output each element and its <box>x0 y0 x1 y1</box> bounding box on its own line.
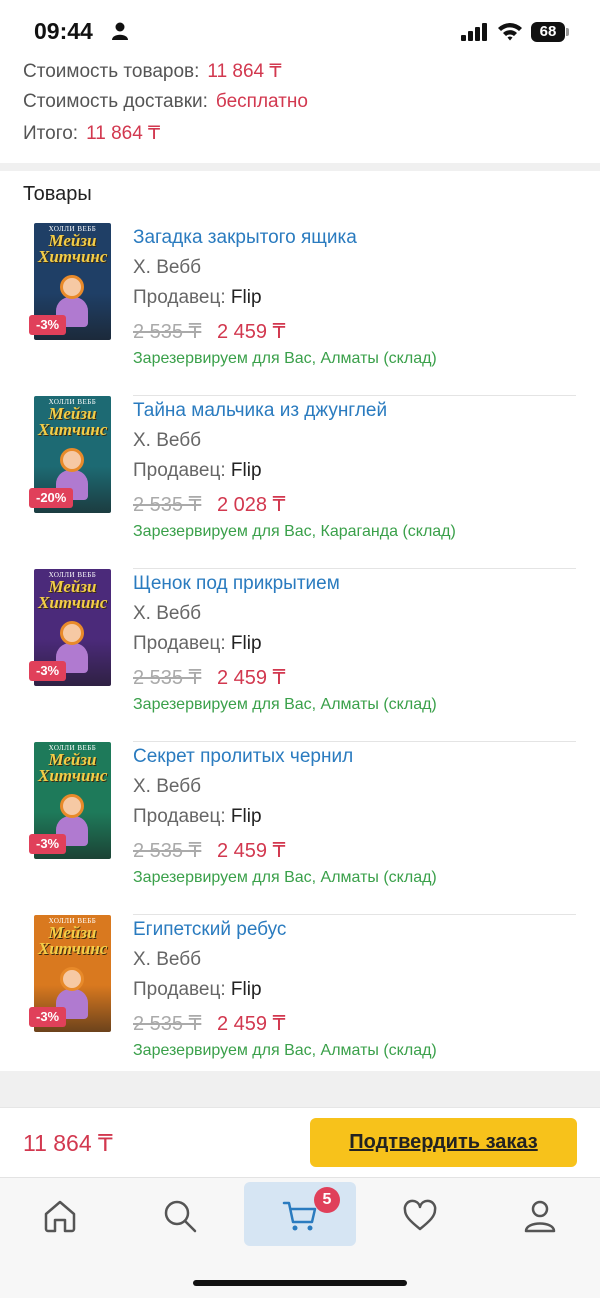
order-bar: 11 864 ₸ Подтвердить заказ <box>0 1107 600 1177</box>
signal-icon <box>461 23 487 41</box>
item-seller: Продавец: Flip <box>133 633 262 655</box>
cover-figure-head <box>60 275 84 299</box>
seller-name: Flip <box>230 979 262 1000</box>
item-title-link[interactable]: Загадка закрытого ящика <box>133 227 357 249</box>
discount-badge: -20% <box>29 488 74 508</box>
list-item[interactable]: ХОЛЛИ ВЕББ Мейзи Хитчинс -3% Щенок под п… <box>0 569 600 742</box>
total-label: Итого: <box>23 123 79 144</box>
item-author: Х. Вебб <box>133 603 202 624</box>
status-time: 09:44 <box>34 18 93 44</box>
list-item[interactable]: ХОЛЛИ ВЕББ Мейзи Хитчинс -3% Секрет прол… <box>0 742 600 915</box>
discount-badge: -3% <box>29 315 67 335</box>
search-icon <box>164 1200 197 1233</box>
home-icon <box>44 1200 76 1233</box>
total-row: Итого: 11 864 ₸ <box>23 122 160 145</box>
item-seller: Продавец: Flip <box>133 460 262 482</box>
item-author: Х. Вебб <box>133 949 202 970</box>
section-divider <box>0 163 600 171</box>
goods-cost-value: 11 864 ₸ <box>207 61 282 82</box>
tab-profile[interactable] <box>484 1182 596 1246</box>
item-author: Х. Вебб <box>133 257 202 278</box>
cover-figure-head <box>60 967 84 991</box>
confirm-order-button[interactable]: Подтвердить заказ <box>310 1118 577 1167</box>
old-price: 2 535 ₸ <box>133 840 202 862</box>
new-price: 2 459 ₸ <box>217 840 286 862</box>
item-author: Х. Вебб <box>133 430 202 451</box>
items-section: Товары ХОЛЛИ ВЕББ Мейзи Хитчинс -3% Зага… <box>0 171 600 1071</box>
reserve-info: Зарезервируем для Вас, Алматы (склад) <box>133 1042 437 1059</box>
item-seller: Продавец: Flip <box>133 806 262 828</box>
discount-badge: -3% <box>29 1007 67 1027</box>
goods-cost-label: Стоимость товаров: <box>23 61 200 82</box>
order-summary: Стоимость товаров: 11 864 ₸ Стоимость дос… <box>0 54 600 164</box>
battery-tip <box>566 28 569 36</box>
old-price: 2 535 ₸ <box>133 1013 202 1035</box>
tab-home[interactable] <box>4 1182 116 1246</box>
goods-cost-row: Стоимость товаров: 11 864 ₸ <box>23 60 282 83</box>
old-price: 2 535 ₸ <box>133 494 202 516</box>
delivery-cost-value: бесплатно <box>215 91 308 112</box>
seller-name: Flip <box>230 460 262 481</box>
person-icon <box>112 22 128 40</box>
wifi-icon <box>498 23 522 41</box>
reserve-info: Зарезервируем для Вас, Алматы (склад) <box>133 696 437 713</box>
discount-badge: -3% <box>29 834 67 854</box>
item-title-link[interactable]: Египетский ребус <box>133 919 286 941</box>
cover-title: Мейзи Хитчинс <box>38 750 108 785</box>
item-seller: Продавец: Flip <box>133 979 262 1001</box>
item-seller: Продавец: Flip <box>133 287 262 309</box>
new-price: 2 459 ₸ <box>217 667 286 689</box>
cover-figure-head <box>60 794 84 818</box>
seller-label: Продавец: <box>133 633 226 654</box>
cover-figure-head <box>60 448 84 472</box>
reserve-info: Зарезервируем для Вас, Караганда (склад) <box>133 523 456 540</box>
seller-name: Flip <box>230 287 262 308</box>
seller-label: Продавец: <box>133 460 226 481</box>
item-title-link[interactable]: Секрет пролитых чернил <box>133 746 353 768</box>
footer-spacer <box>0 1071 600 1107</box>
seller-name: Flip <box>230 633 262 654</box>
old-price: 2 535 ₸ <box>133 321 202 343</box>
cover-title: Мейзи Хитчинс <box>38 577 108 612</box>
new-price: 2 028 ₸ <box>217 494 286 516</box>
item-author: Х. Вебб <box>133 776 202 797</box>
seller-name: Flip <box>230 806 262 827</box>
delivery-cost-label: Стоимость доставки: <box>23 91 208 112</box>
item-title-link[interactable]: Тайна мальчика из джунглей <box>133 400 387 422</box>
list-item[interactable]: ХОЛЛИ ВЕББ Мейзи Хитчинс -3% Загадка зак… <box>0 223 600 396</box>
profile-icon <box>524 1200 556 1233</box>
delivery-cost-row: Стоимость доставки: бесплатно <box>23 91 308 113</box>
heart-icon <box>403 1199 437 1231</box>
new-price: 2 459 ₸ <box>217 1013 286 1035</box>
cart-count-badge: 5 <box>314 1187 340 1213</box>
home-indicator[interactable] <box>193 1280 407 1286</box>
tab-search[interactable] <box>124 1182 236 1246</box>
section-title: Товары <box>23 183 92 205</box>
seller-label: Продавец: <box>133 806 226 827</box>
tab-favorites[interactable] <box>364 1182 476 1246</box>
new-price: 2 459 ₸ <box>217 321 286 343</box>
cover-title: Мейзи Хитчинс <box>38 923 108 958</box>
tab-cart[interactable]: 5 <box>244 1182 356 1246</box>
list-item[interactable]: ХОЛЛИ ВЕББ Мейзи Хитчинс -3% Египетский … <box>0 915 600 1088</box>
reserve-info: Зарезервируем для Вас, Алматы (склад) <box>133 869 437 886</box>
cart-icon <box>282 1201 317 1231</box>
cover-title: Мейзи Хитчинс <box>38 404 108 439</box>
seller-label: Продавец: <box>133 979 226 1000</box>
total-value: 11 864 ₸ <box>86 123 161 144</box>
item-title-link[interactable]: Щенок под прикрытием <box>133 573 340 595</box>
discount-badge: -3% <box>29 661 67 681</box>
order-total: 11 864 ₸ <box>23 1130 113 1156</box>
cover-title: Мейзи Хитчинс <box>38 231 108 266</box>
battery-icon: 68 <box>531 22 565 42</box>
reserve-info: Зарезервируем для Вас, Алматы (склад) <box>133 350 437 367</box>
cover-figure-head <box>60 621 84 645</box>
list-item[interactable]: ХОЛЛИ ВЕББ Мейзи Хитчинс -20% Тайна маль… <box>0 396 600 569</box>
seller-label: Продавец: <box>133 287 226 308</box>
old-price: 2 535 ₸ <box>133 667 202 689</box>
